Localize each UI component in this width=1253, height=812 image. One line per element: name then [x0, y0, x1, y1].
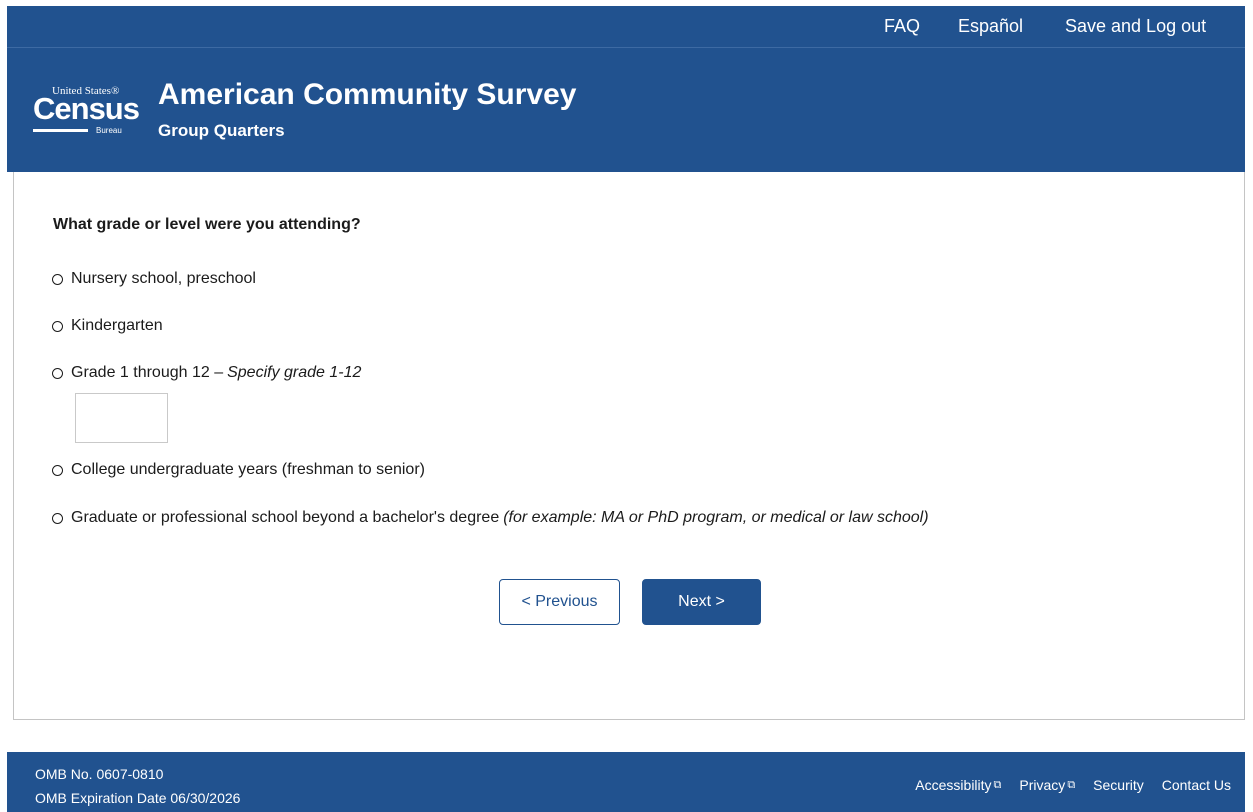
option-label: Kindergarten [71, 317, 163, 334]
faq-link[interactable]: FAQ [884, 16, 920, 37]
footer-links: Accessibility ⧉ Privacy ⧉ Security Contact… [897, 777, 1231, 793]
option-note: Specify grade 1-12 [227, 364, 362, 381]
survey-subtitle: Group Quarters [158, 121, 285, 140]
accessibility-link[interactable]: Accessibility ⧉ [915, 777, 1001, 793]
next-button[interactable]: Next > [642, 579, 761, 625]
privacy-link[interactable]: Privacy ⧉ [1019, 777, 1075, 793]
save-and-logout-link[interactable]: Save and Log out [1065, 16, 1206, 37]
radio-college-undergraduate[interactable] [52, 464, 63, 476]
option-label: Graduate or professional school beyond a… [71, 509, 500, 526]
contact-us-link[interactable]: Contact Us [1162, 777, 1231, 793]
site-footer: OMB No. 0607-0810 OMB Expiration Date 06… [7, 752, 1245, 812]
omb-expiration: OMB Expiration Date 06/30/2026 [35, 790, 241, 806]
option-graduate-school[interactable]: Graduate or professional school beyond a… [52, 509, 929, 527]
survey-title: American Community Survey [158, 78, 577, 111]
option-grade-1-12[interactable]: Grade 1 through 12 – Specify grade 1-12 [52, 364, 361, 382]
option-note: (for example: MA or PhD program, or medi… [503, 509, 929, 526]
logo-bureau: Bureau [96, 126, 122, 135]
external-link-icon: ⧉ [1067, 779, 1076, 791]
question-text: What grade or level were you attending? [53, 216, 361, 233]
question-card: What grade or level were you attending? … [13, 172, 1245, 720]
radio-grade-1-12[interactable] [52, 367, 63, 379]
espanol-link[interactable]: Español [958, 16, 1023, 37]
top-nav-bar: FAQ Español Save and Log out [7, 6, 1245, 48]
option-college-undergraduate[interactable]: College undergraduate years (freshman to… [52, 461, 425, 479]
security-link[interactable]: Security [1093, 777, 1144, 793]
logo-census: Census [33, 91, 140, 126]
previous-button[interactable]: < Previous [499, 579, 620, 625]
site-header: United States® Census Bureau American Co… [7, 48, 1245, 172]
option-kindergarten[interactable]: Kindergarten [52, 317, 163, 335]
census-logo[interactable]: United States® Census Bureau [33, 85, 140, 143]
logo-underline [33, 129, 88, 132]
grade-specify-input[interactable] [75, 393, 168, 443]
option-label: College undergraduate years (freshman to… [71, 461, 425, 478]
privacy-label: Privacy [1019, 777, 1066, 793]
omb-number: OMB No. 0607-0810 [35, 766, 164, 782]
option-nursery-school[interactable]: Nursery school, preschool [52, 270, 256, 288]
option-label: Nursery school, preschool [71, 270, 256, 287]
external-link-icon: ⧉ [993, 779, 1002, 791]
radio-graduate-school[interactable] [52, 512, 63, 524]
radio-kindergarten[interactable] [52, 320, 63, 332]
radio-nursery-school[interactable] [52, 273, 63, 285]
option-label: Grade 1 through 12 – [71, 364, 224, 381]
accessibility-label: Accessibility [915, 777, 992, 793]
